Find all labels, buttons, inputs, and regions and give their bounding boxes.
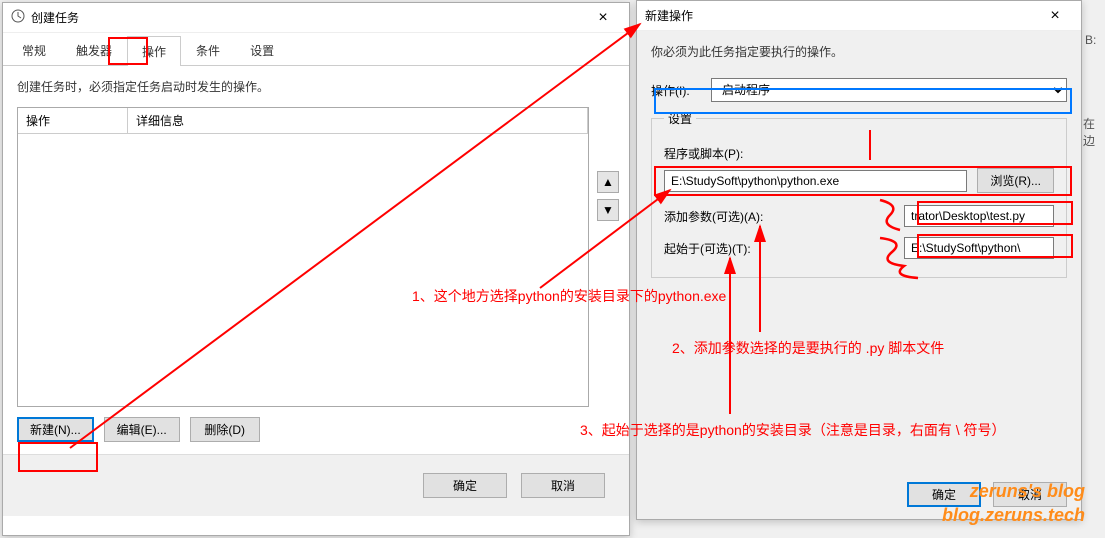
tab-general[interactable]: 常规 [7, 35, 61, 65]
move-up-button[interactable]: ▲ [597, 171, 619, 193]
program-label: 程序或脚本(P): [664, 145, 1054, 162]
tab-actions[interactable]: 操作 [127, 36, 181, 66]
ok-button[interactable]: 确定 [423, 473, 507, 498]
new-action-footer: 确定 取消 [907, 482, 1067, 507]
edit-button[interactable]: 编辑(E)... [104, 417, 180, 442]
bg-ghost-2: 在边 [1083, 115, 1105, 149]
create-task-title: 创建任务 [31, 9, 585, 26]
tab-settings[interactable]: 设置 [235, 35, 289, 65]
dialog-buttons: 确定 取消 [3, 454, 629, 516]
arrow-up-icon: ▲ [602, 175, 614, 189]
create-task-titlebar: 创建任务 × [3, 3, 629, 33]
cancel-button[interactable]: 取消 [521, 473, 605, 498]
arrow-down-icon: ▼ [602, 203, 614, 217]
startin-input[interactable] [904, 237, 1054, 259]
close-button[interactable]: × [585, 9, 621, 27]
new-button[interactable]: 新建(N)... [17, 417, 94, 442]
cancel-button[interactable]: 取消 [993, 482, 1067, 507]
action-type-label: 操作(I): [651, 82, 711, 99]
tab-triggers[interactable]: 触发器 [61, 35, 127, 65]
tab-conditions[interactable]: 条件 [181, 35, 235, 65]
tabs: 常规 触发器 操作 条件 设置 [3, 33, 629, 66]
browse-button[interactable]: 浏览(R)... [977, 168, 1054, 193]
move-down-button[interactable]: ▼ [597, 199, 619, 221]
col-action[interactable]: 操作 [18, 108, 128, 133]
actions-list[interactable]: 操作 详细信息 [17, 107, 589, 407]
settings-fieldset: 设置 程序或脚本(P): 浏览(R)... 添加参数(可选)(A): 起始于(可… [651, 110, 1067, 278]
new-action-dialog: 新建操作 × 你必须为此任务指定要执行的操作。 操作(I): 启动程序 设置 程… [636, 0, 1082, 520]
args-label: 添加参数(可选)(A): [664, 208, 763, 225]
args-input[interactable] [904, 205, 1054, 227]
reorder-buttons: ▲ ▼ [597, 171, 619, 227]
program-input[interactable] [664, 170, 967, 192]
startin-label: 起始于(可选)(T): [664, 240, 751, 257]
close-button[interactable]: × [1037, 7, 1073, 25]
delete-button[interactable]: 删除(D) [190, 417, 260, 442]
new-action-hint: 你必须为此任务指定要执行的操作。 [651, 31, 1067, 72]
create-task-hint: 创建任务时，必须指定任务启动时发生的操作。 [3, 66, 629, 107]
new-action-titlebar: 新建操作 × [637, 1, 1081, 31]
settings-legend: 设置 [664, 110, 696, 127]
action-type-select[interactable]: 启动程序 [711, 78, 1067, 102]
new-action-title: 新建操作 [645, 7, 1037, 24]
col-detail[interactable]: 详细信息 [128, 108, 588, 133]
ok-button[interactable]: 确定 [907, 482, 981, 507]
list-buttons: 新建(N)... 编辑(E)... 删除(D) [17, 417, 615, 442]
bg-ghost-1: B: [1085, 33, 1096, 47]
clock-icon [11, 9, 25, 26]
create-task-dialog: 创建任务 × 常规 触发器 操作 条件 设置 创建任务时，必须指定任务启动时发生… [2, 2, 630, 536]
